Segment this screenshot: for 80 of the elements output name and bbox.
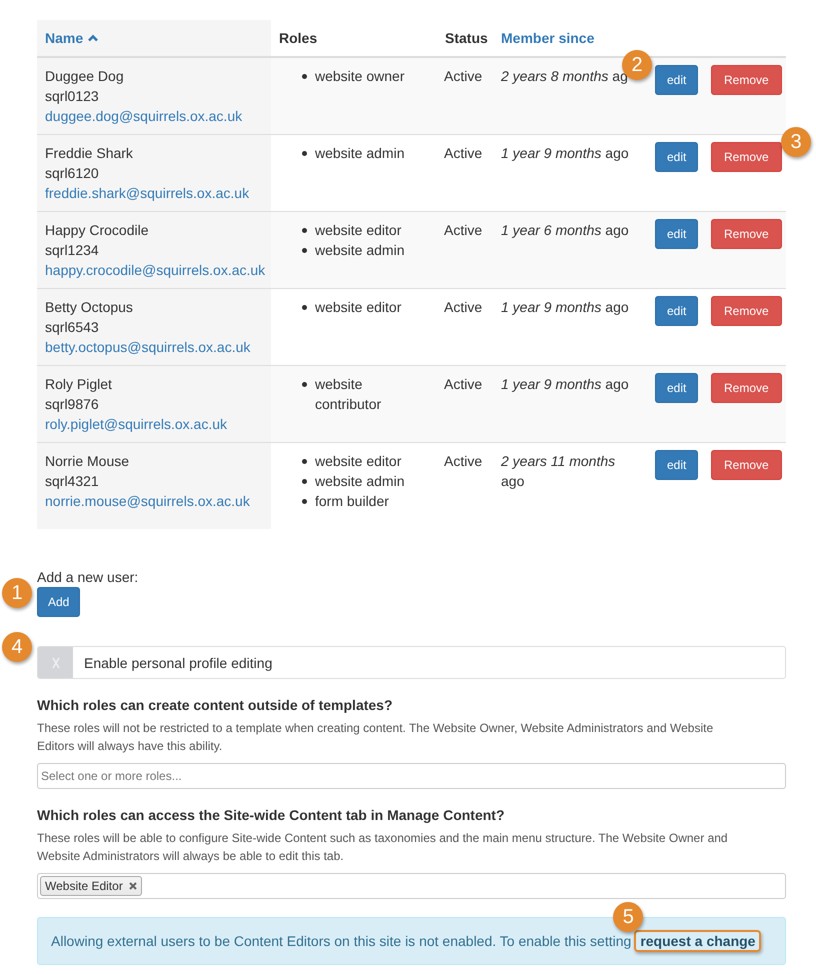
column-header: Roles [279,29,318,48]
username: sqrl6120 [45,164,100,183]
remove-button[interactable]: Remove [711,450,782,480]
setting-heading: Which roles can create content outside of templates? [37,696,394,715]
email-link[interactable]: norrie.mouse@squirrels.ox.ac.uk [45,491,263,511]
role-label: website contributor [315,375,382,414]
bullet-icon [302,248,307,253]
role-label: website owner [315,67,404,86]
user-name: Roly Piglet [45,375,113,394]
bullet-icon [302,151,307,156]
bullet-icon [302,459,307,464]
status-label: Active [444,145,482,161]
status-label: Active [444,222,482,238]
user-name: Duggee Dog [45,67,125,86]
remove-button[interactable]: Remove [711,219,782,249]
alert-text: Allowing external users to be Content Editors on this site is not enabled. To enable this setting [51,932,632,951]
member-since: 1 year 9 months ago [501,299,629,315]
edit-button[interactable]: edit [655,142,698,172]
setting-heading: Which roles can access the Site-wide Content tab in Manage Content? [37,806,506,825]
role-label: website admin [315,241,404,260]
edit-button[interactable]: edit [655,373,698,403]
username: sqrl6543 [45,318,100,337]
remove-button[interactable]: Remove [711,65,782,95]
role-label: website editor [315,221,402,240]
role-label: website editor [315,298,402,317]
bullet-icon [302,479,307,484]
role-label: form builder [315,492,389,511]
bullet-icon [302,74,307,79]
email-link[interactable]: happy.crocodile@squirrels.ox.ac.uk [45,260,263,280]
add-button[interactable]: Add [37,587,80,617]
role-label: website admin [315,472,404,491]
field-label: Add a new user: [37,568,140,587]
callout-badge: 4 [2,632,32,662]
username: sqrl4321 [45,472,100,491]
user-name: Freddie Shark [45,144,134,163]
remove-button[interactable]: Remove [711,142,782,172]
status-label: Active [444,376,482,392]
email-link[interactable]: roly.piglet@squirrels.ox.ac.uk [45,414,263,434]
username: sqrl1234 [45,241,100,260]
callout-badge: 5 [613,902,644,932]
status-label: Active [444,453,482,469]
edit-button[interactable]: edit [655,65,698,95]
role-label: website editor [315,452,402,471]
remove-button[interactable]: Remove [711,373,782,403]
edit-button[interactable]: edit [655,219,698,249]
column-header: Status [445,29,488,48]
user-name: Norrie Mouse [45,452,130,471]
help-text: These roles will be able to configure Site-wide Content such as taxonomies and the main menu structure. The Website Owner and Website Administrators will always be able to edit this tab. [37,830,729,865]
bullet-icon [302,305,307,310]
callout-badge: 3 [781,127,811,157]
bullet-icon [302,382,307,387]
email-link[interactable]: duggee.dog@squirrels.ox.ac.uk [45,106,263,126]
bullet-icon [302,499,307,504]
sort-link[interactable]: Member since [501,28,594,48]
user-name: Betty Octopus [45,298,134,317]
member-since: 2 years 11 months ago [501,453,616,489]
bullet-icon [302,228,307,233]
member-since: 1 year 9 months ago [501,145,629,161]
remove-button[interactable]: Remove [711,296,782,326]
member-since: 1 year 6 months ago [501,222,629,238]
chevron-up-icon[interactable] [87,32,100,44]
user-name: Happy Crocodile [45,221,150,240]
edit-button[interactable]: edit [655,296,698,326]
toggle-bar[interactable]: Enable personal profile editing [37,646,786,679]
username: sqrl0123 [45,87,100,106]
help-text: These roles will not be restricted to a template when creating content. The Website Owner, Website Administrators and Website Editors will always have this ability. [37,720,714,755]
callout-badge: 1 [2,578,32,608]
sort-link[interactable]: Name [45,28,84,48]
role-label: website admin [315,144,404,163]
status-label: Active [444,68,482,84]
request-change-button[interactable]: request a change [634,930,762,952]
edit-button[interactable]: edit [655,450,698,480]
email-link[interactable]: freddie.shark@squirrels.ox.ac.uk [45,183,263,203]
toggle-switch[interactable] [38,647,73,678]
email-link[interactable]: betty.octopus@squirrels.ox.ac.uk [45,337,263,357]
member-since: 1 year 9 months ago [501,376,629,392]
close-icon [50,656,62,668]
status-label: Active [444,299,482,315]
toggle-label: Enable personal profile editing [83,654,272,672]
username: sqrl9876 [45,395,100,414]
